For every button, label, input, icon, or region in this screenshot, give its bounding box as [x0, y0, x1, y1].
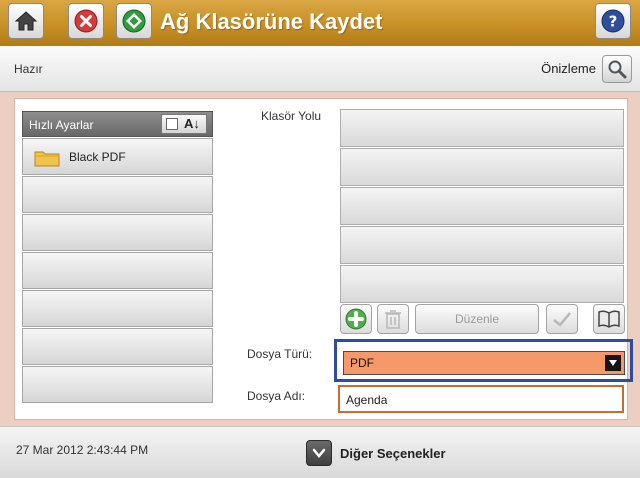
quick-set-item-empty[interactable] — [22, 328, 213, 365]
quick-sets-header: Hızlı Ayarlar A↓ — [22, 111, 213, 137]
quick-set-item-empty[interactable] — [22, 366, 213, 403]
stop-button[interactable] — [68, 3, 104, 39]
main-panel: Hızlı Ayarlar A↓ Black PDF Klasör Yolu D… — [0, 92, 640, 426]
file-name-input[interactable]: Agenda — [338, 385, 624, 413]
checkmark-icon — [553, 312, 571, 327]
confirm-button[interactable] — [546, 304, 578, 334]
more-options-label: Diğer Seçenekler — [340, 445, 446, 461]
file-name-label: Dosya Adı: — [247, 389, 306, 403]
trash-icon — [385, 310, 401, 329]
folder-icon — [34, 151, 60, 167]
sort-az-icon: A↓ — [184, 116, 200, 131]
folder-path-label: Klasör Yolu — [261, 109, 322, 123]
quick-set-item-empty[interactable] — [22, 252, 213, 289]
title-bar: Ağ Klasörüne Kaydet ? — [0, 0, 640, 46]
folder-path-slot[interactable] — [340, 187, 624, 225]
quick-set-item-empty[interactable] — [22, 214, 213, 251]
help-button[interactable]: ? — [595, 3, 631, 39]
preview-button[interactable] — [602, 55, 632, 83]
file-name-value: Agenda — [346, 393, 388, 407]
sort-button[interactable]: A↓ — [161, 114, 207, 134]
folder-path-slot[interactable] — [340, 265, 624, 303]
delete-folder-button[interactable] — [377, 304, 409, 334]
start-icon — [122, 9, 146, 33]
folder-path-slot[interactable] — [340, 148, 624, 186]
datetime: 27 Mar 2012 2:43:44 PM — [16, 443, 149, 457]
preview-label: Önizleme — [541, 61, 596, 76]
quick-set-item[interactable]: Black PDF — [22, 138, 213, 175]
svg-text:?: ? — [609, 13, 618, 31]
quick-set-label: Black PDF — [69, 150, 126, 164]
status-text: Hazır — [14, 62, 43, 76]
edit-button[interactable]: Düzenle — [415, 304, 539, 334]
status-bar: Hazır Önizleme — [0, 46, 640, 92]
footer: 27 Mar 2012 2:43:44 PM Diğer Seçenekler — [0, 426, 640, 478]
select-checkbox[interactable] — [166, 118, 178, 130]
stop-icon — [74, 9, 98, 33]
more-options-button[interactable]: Diğer Seçenekler — [306, 439, 446, 467]
chevron-down-icon — [306, 440, 332, 466]
book-icon — [598, 310, 620, 328]
start-button[interactable] — [116, 3, 152, 39]
plus-icon — [345, 308, 367, 330]
home-icon — [14, 11, 38, 31]
page-title: Ağ Klasörüne Kaydet — [160, 9, 383, 34]
content-area: Hızlı Ayarlar A↓ Black PDF Klasör Yolu D… — [14, 98, 633, 420]
quick-set-item-empty[interactable] — [22, 176, 213, 213]
browse-button[interactable] — [593, 304, 625, 334]
help-icon: ? — [601, 9, 625, 33]
folder-path-slot[interactable] — [340, 226, 624, 264]
add-folder-button[interactable] — [340, 304, 372, 334]
quick-sets-title: Hızlı Ayarlar — [29, 118, 94, 132]
magnifier-icon — [608, 60, 627, 79]
file-type-label: Dosya Türü: — [247, 347, 313, 361]
edit-label: Düzenle — [454, 312, 500, 326]
home-button[interactable] — [8, 3, 44, 39]
quick-set-item-empty[interactable] — [22, 290, 213, 327]
selection-highlight — [334, 339, 633, 382]
folder-path-slot[interactable] — [340, 109, 624, 147]
